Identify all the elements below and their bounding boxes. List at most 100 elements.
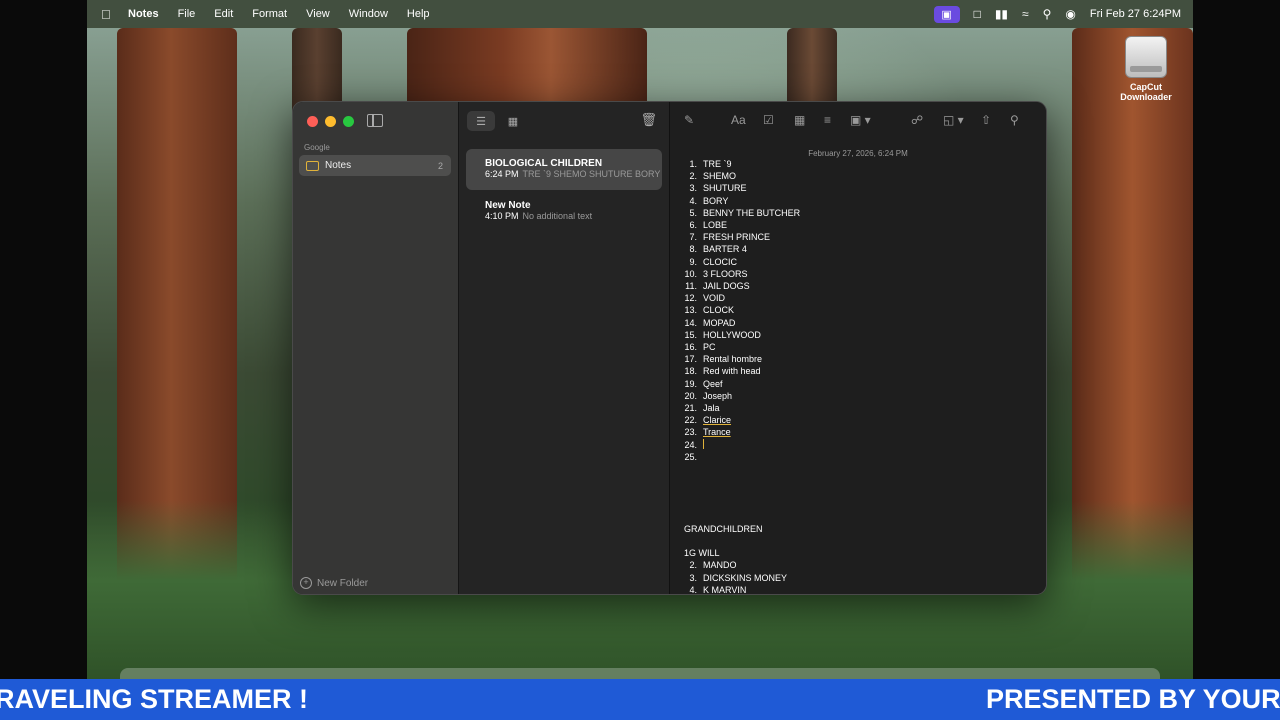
list-item: 25.	[684, 451, 1024, 463]
share-icon[interactable]: ⇧	[981, 113, 991, 127]
list-text: MANDO	[703, 560, 737, 571]
list-item: 6. LOBE	[684, 219, 1024, 231]
list-number: 3.	[689, 572, 697, 583]
list-text: CLOCIC	[703, 256, 738, 267]
battery-icon[interactable]: ▮▮	[995, 7, 1008, 21]
list-text: BARTER 4	[703, 244, 747, 255]
trash-icon[interactable]: 🗑	[640, 112, 657, 128]
list-text: 3 FLOORS	[703, 268, 748, 279]
list-first-line: 1G WILL	[684, 548, 720, 559]
note-title: New Note	[485, 200, 531, 211]
plus-circle-icon: +	[300, 577, 312, 589]
list-text: Jala	[703, 403, 720, 414]
list-item: 14. MOPAD	[684, 317, 1024, 329]
list-item: 18. Red with head	[684, 365, 1024, 377]
editor-toolbar: ✎ Aa ☑ ▦ ≡ ▣ ▾ ☍ ◱ ▾ ⇧ ⚲	[670, 110, 1046, 132]
list-item: 4. K MARVIN	[684, 584, 1024, 595]
new-folder-button[interactable]: + New Folder	[300, 577, 368, 589]
menu-view[interactable]: View	[306, 8, 330, 20]
list-text: K MARVIN	[703, 584, 747, 595]
desktop-icon-capcut[interactable]: CapCut Downloader	[1115, 36, 1177, 102]
format-button[interactable]: Aa	[731, 113, 746, 127]
menu-edit[interactable]: Edit	[214, 8, 233, 20]
section-heading: GRANDCHILDREN	[684, 524, 763, 535]
menu-help[interactable]: Help	[407, 8, 430, 20]
list-number: 24.	[684, 439, 697, 450]
list-number: 16.	[684, 342, 697, 353]
list-number: 7.	[689, 232, 697, 243]
compose-icon[interactable]: ✎	[684, 113, 694, 127]
list-item: 21. Jala	[684, 402, 1024, 414]
note-time: 6:24 PM	[485, 169, 519, 179]
sidebar-toggle-icon[interactable]	[367, 114, 383, 127]
list-number: 25.	[684, 451, 697, 462]
menu-bar:  Notes File Edit Format View Window Hel…	[87, 0, 1193, 28]
list-item: 13. CLOCK	[684, 304, 1024, 316]
list-item: 2. SHEMO	[684, 170, 1024, 182]
disk-image-icon	[1125, 36, 1167, 78]
note-body[interactable]: 1. TRE `9 2. SHEMO 3. SHUTURE 4. BORY 5. BENNY TH…	[684, 158, 1024, 595]
checklist-icon[interactable]: ☑	[763, 113, 774, 127]
menu-file[interactable]: File	[178, 8, 196, 20]
note-meta: 6:24 PM TRE `9 SHEMO SHUTURE BORY	[485, 169, 662, 179]
minimize-button[interactable]	[325, 116, 336, 127]
note-list-item[interactable]: BIOLOGICAL CHILDREN 6:24 PM TRE `9 SHEMO …	[466, 149, 662, 190]
list-number: 6.	[689, 220, 697, 231]
list-number: 4.	[689, 584, 697, 595]
list-number: 13.	[684, 305, 697, 316]
gallery-view-icon[interactable]: ▦	[499, 111, 527, 131]
list-item: 23. Trance	[684, 426, 1024, 438]
list-text: DICKSKINS MONEY	[703, 572, 788, 583]
list-number: 15.	[684, 329, 697, 340]
menu-window[interactable]: Window	[349, 8, 388, 20]
menu-format[interactable]: Format	[252, 8, 287, 20]
audio-icon[interactable]: ≡	[824, 113, 831, 127]
list-text: TRE `9	[703, 159, 732, 169]
list-item: 10. 3 FLOORS	[684, 268, 1024, 280]
note-title: BIOLOGICAL CHILDREN	[485, 158, 603, 169]
list-number: 17.	[684, 354, 697, 365]
account-group-label: Google	[304, 143, 330, 152]
list-item: 7. FRESH PRINCE	[684, 231, 1024, 243]
list-item: 11. JAIL DOGS	[684, 280, 1024, 292]
menu-clock[interactable]: Fri Feb 27 6:24PM	[1090, 8, 1181, 20]
display-icon[interactable]: □	[974, 7, 981, 21]
screen-share-icon[interactable]: ▣	[933, 5, 960, 23]
list-number: 2.	[689, 171, 697, 182]
note-list-item[interactable]: New Note 4:10 PM No additional text	[466, 191, 662, 232]
list-item: 4. BORY	[684, 195, 1024, 207]
ticker-right-text: PRESENTED BY YOUR	[986, 684, 1280, 714]
zoom-button[interactable]	[343, 116, 354, 127]
table-icon[interactable]: ▦	[794, 113, 805, 127]
wifi-icon[interactable]: ≈	[1022, 7, 1029, 21]
search-icon[interactable]: ⚲	[1010, 113, 1019, 127]
list-item: 8. BARTER 4	[684, 243, 1024, 255]
spotlight-search-icon[interactable]: ⚲	[1043, 7, 1052, 21]
note-meta: 4:10 PM No additional text	[485, 211, 662, 221]
stream-ticker-banner: RAVELING STREAMER ! PRESENTED BY YOUR	[0, 679, 1280, 720]
lock-icon[interactable]: ◱ ▾	[943, 113, 964, 127]
list-text: Qeef	[703, 378, 723, 389]
list-number: 1.	[689, 159, 697, 169]
list-item: 22. Clarice	[684, 414, 1024, 426]
list-item: 15. HOLLYWOOD	[684, 329, 1024, 341]
apple-icon[interactable]: 	[101, 7, 115, 22]
list-text: BENNY THE BUTCHER	[703, 207, 801, 218]
list-text: CLOCK	[703, 305, 735, 316]
list-view-icon[interactable]: ☰	[467, 111, 495, 131]
sidebar-item-notes-folder[interactable]: Notes 2	[299, 155, 451, 176]
control-center-icon[interactable]: ◉	[1065, 7, 1075, 21]
menu-app-name[interactable]: Notes	[128, 8, 159, 20]
list-text: HOLLYWOOD	[703, 329, 761, 340]
media-icon[interactable]: ▣ ▾	[850, 113, 871, 127]
list-text: VOID	[703, 293, 726, 304]
list-text: SHUTURE	[703, 183, 747, 194]
notes-window: Google Notes 2 + New Folder ☰ ▦ 🗑 BIOLOG…	[292, 101, 1047, 595]
text-cursor	[703, 438, 704, 449]
list-item: 3. SHUTURE	[684, 182, 1024, 194]
list-number: 23.	[684, 427, 697, 438]
list-item: 9. CLOCIC	[684, 256, 1024, 268]
notes-list-pane: ☰ ▦ 🗑 BIOLOGICAL CHILDREN 6:24 PM TRE `9 …	[459, 102, 670, 594]
close-button[interactable]	[307, 116, 318, 127]
collaborate-icon[interactable]: ☍	[911, 113, 923, 127]
